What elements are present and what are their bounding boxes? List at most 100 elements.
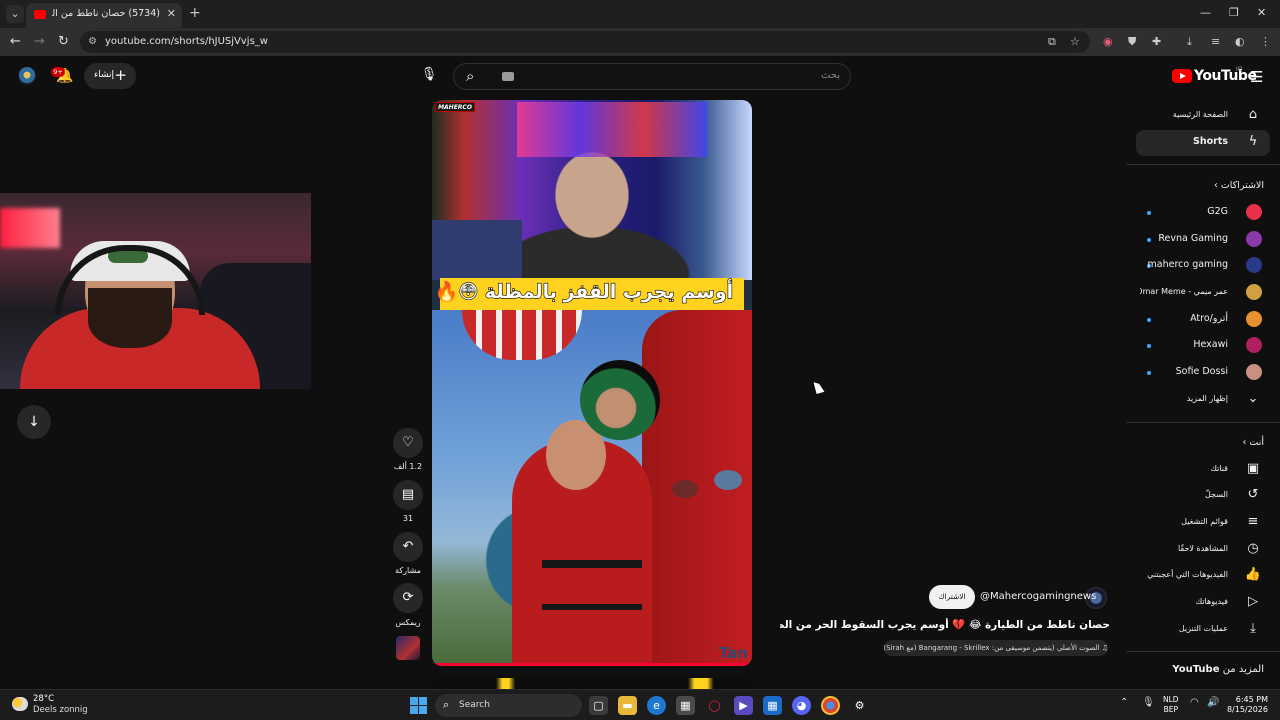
instructor (580, 360, 664, 440)
profile-icon[interactable]: ◐ (1235, 35, 1245, 48)
file-explorer-icon[interactable]: ▬ (618, 696, 637, 715)
volume-icon[interactable]: 🔊 (1207, 697, 1219, 708)
channel-avatar (1246, 284, 1262, 300)
subscriptions-header[interactable]: الاشتراكات › (1214, 180, 1264, 191)
taskbar-search[interactable]: ⌕ Search (435, 694, 582, 717)
sidebar-subscription[interactable]: Sofie Dossi (1136, 360, 1270, 386)
sidebar-subscription[interactable]: Hexawi (1136, 333, 1270, 359)
sound-thumbnail[interactable] (396, 636, 420, 660)
microphone-icon[interactable]: 🎙 (1142, 697, 1155, 708)
opera-icon[interactable]: ◯ (705, 696, 724, 715)
restore-icon[interactable]: ❐ (1229, 6, 1239, 19)
channel-handle[interactable]: @Mahercogamingnews (980, 591, 1096, 602)
sidebar-item-your-videos[interactable]: ▷ فيديوهاتك (1136, 590, 1270, 616)
comment-count: 31 (402, 514, 414, 523)
sidebar-item-your-channel[interactable]: ▣ قناتك (1136, 457, 1270, 483)
remix-button[interactable]: ⟳ (393, 583, 423, 613)
sidebar-item-liked-videos[interactable]: 👍 الفيديوهات التي أعجبتني (1136, 563, 1270, 589)
sound-attribution[interactable]: ♫ الصوت الأصلي (يتضمن موسيقى من: Bangara… (884, 640, 1108, 656)
tab-list-button[interactable]: ⌄ (6, 5, 24, 23)
new-tab-icon[interactable]: + (189, 5, 201, 21)
system-clock[interactable]: 6:45 PM 8/15/2026 (1222, 695, 1268, 715)
browser-menu-icon[interactable]: ⋮ (1260, 35, 1271, 48)
sidebar-show-more[interactable]: ⌄ إظهار المزيد (1136, 387, 1270, 413)
parachute (462, 310, 582, 360)
edge-icon[interactable]: e (647, 696, 666, 715)
subscribe-button[interactable]: الاشتراك (929, 585, 975, 609)
task-view-icon[interactable]: ▢ (589, 696, 608, 715)
sidebar-item-watch-later[interactable]: ◷ المشاهدة لاحقًا (1136, 537, 1270, 563)
youtube-logo-text[interactable]: YouTube (1194, 68, 1257, 84)
sidebar-subscription[interactable]: أترو/Atro (1136, 307, 1270, 333)
tab-close-icon[interactable]: ✕ (167, 7, 176, 20)
sidebar-item-label: الفيديوهات التي أعجبتني (1147, 570, 1228, 579)
search-icon[interactable]: ⌕ (466, 67, 474, 85)
short-video-player[interactable]: MAHERCO أوسم يجرب القفز بالمظلة 😳🔥 Tan (432, 100, 752, 666)
like-icon: 👍 (1244, 567, 1262, 582)
create-button[interactable]: إنشاء + (84, 63, 136, 89)
sidebar-item-shorts[interactable]: ϟ Shorts (1136, 130, 1270, 156)
voice-search-icon[interactable]: 🎙 (418, 64, 440, 86)
sidebar-subscription[interactable]: عمر ميمي - Omar Meme (1136, 280, 1270, 306)
start-icon[interactable] (410, 697, 427, 714)
media-player-icon[interactable]: ▶ (734, 696, 753, 715)
new-content-dot (1147, 344, 1151, 348)
sidebar-item-home[interactable]: ⌂ الصفحة الرئيسية (1136, 103, 1270, 129)
search-box[interactable]: ⌕ بحث (453, 63, 851, 90)
youtube-logo-icon[interactable] (1172, 69, 1192, 83)
browser-tab-active[interactable]: (5734) حصان ناطط من الطيارة ✕ (26, 3, 182, 28)
bookmark-star-icon[interactable]: ☆ (1070, 35, 1080, 48)
comments-button[interactable]: ▤ (393, 480, 423, 510)
sidebar-item-playlists[interactable]: ≡ قوائم التشغيل (1136, 510, 1270, 536)
reading-list-icon[interactable]: ≡ (1211, 35, 1220, 48)
window-close-icon[interactable]: ✕ (1257, 6, 1266, 19)
app-grid-icon[interactable]: ▦ (763, 696, 782, 715)
channel-avatar (1246, 311, 1262, 327)
create-label: إنشاء (94, 70, 115, 80)
short-title[interactable]: حصان ناطط من الطيارة 😂 💔 أوسم يجرب السقو… (780, 618, 1110, 631)
sidebar-subscription[interactable]: G2G (1136, 200, 1270, 226)
next-short-button[interactable]: ↓ (17, 405, 51, 439)
extensions-icon[interactable]: ✚ (1152, 35, 1161, 48)
reload-icon[interactable]: ↻ (58, 34, 69, 49)
sidebar-subscription[interactable]: maherco gaming (1136, 253, 1270, 279)
subscription-label: maherco gaming (1147, 259, 1229, 270)
weather-temperature[interactable]: 28°C (33, 694, 54, 704)
arrow-down-icon: ↓ (28, 414, 40, 430)
extension-record-icon[interactable]: ◉ (1103, 35, 1113, 48)
minimize-icon[interactable]: — (1200, 6, 1211, 19)
browser-toolbar: ← → ↻ ⚙ youtube.com/shorts/hJUSjVvjs_w ⧉… (0, 28, 1280, 56)
forward-icon[interactable]: → (34, 34, 45, 49)
tray-chevron-icon[interactable]: ⌃ (1120, 697, 1128, 708)
remix-icon: ⟳ (402, 590, 414, 605)
weather-icon[interactable] (12, 697, 28, 711)
subscription-label: Hexawi (1193, 339, 1228, 350)
chrome-icon[interactable] (821, 696, 840, 715)
video-progress-bar[interactable] (432, 663, 752, 666)
sidebar-item-downloads[interactable]: ⤓ عمليات التنزيل (1136, 617, 1270, 643)
tab-title: (5734) حصان ناطط من الطيارة (52, 8, 160, 19)
share-button[interactable]: ↶ (393, 532, 423, 562)
downloads-icon: ⤓ (1250, 621, 1256, 636)
downloads-icon[interactable]: ⤓ (1187, 35, 1192, 49)
language-indicator[interactable]: NLD BEP (1163, 695, 1179, 715)
share-icon: ↶ (402, 539, 414, 554)
weather-condition[interactable]: Deels zonnig (33, 705, 88, 715)
url-text: youtube.com/shorts/hJUSjVvjs_w (105, 36, 268, 47)
remix-label: ريمكس (395, 618, 421, 627)
address-bar[interactable]: ⚙ youtube.com/shorts/hJUSjVvjs_w ⧉ ☆ (80, 31, 1090, 53)
you-header[interactable]: أنت › (1243, 437, 1264, 448)
site-info-icon[interactable]: ⚙ (88, 36, 97, 47)
discord-icon[interactable]: ◕ (792, 696, 811, 715)
cast-icon[interactable]: ⧉ (1048, 35, 1056, 49)
shield-icon[interactable]: ⛊ (1128, 35, 1136, 49)
back-icon[interactable]: ← (10, 34, 21, 49)
sidebar-item-history[interactable]: ↺ السجلّ (1136, 483, 1270, 509)
settings-icon[interactable]: ⚙ (850, 696, 869, 715)
wifi-icon[interactable]: ◠ (1190, 697, 1199, 708)
store-icon[interactable]: ▦ (676, 696, 695, 715)
like-button[interactable]: ♡ (393, 428, 423, 458)
account-avatar[interactable] (18, 67, 36, 85)
keyboard-icon[interactable] (502, 72, 514, 81)
sidebar-subscription[interactable]: Revna Gaming (1136, 227, 1270, 253)
